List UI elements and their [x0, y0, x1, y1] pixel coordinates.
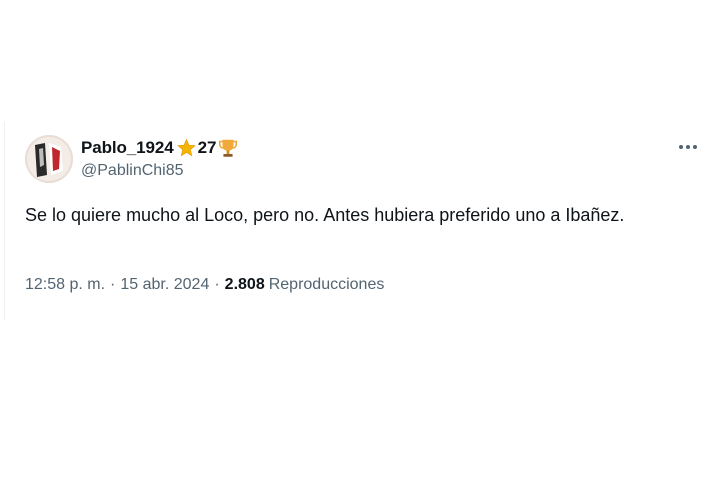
more-icon	[679, 145, 697, 149]
avatar[interactable]	[25, 135, 73, 183]
trophy-icon	[217, 137, 239, 159]
tweet-meta: 12:58 p. m. · 15 abr. 2024 · 2.808 Repro…	[25, 276, 384, 294]
avatar-image	[25, 135, 73, 183]
views-label[interactable]: Reproducciones	[269, 276, 385, 294]
tweet-time[interactable]: 12:58 p. m.	[25, 276, 105, 294]
author-handle[interactable]: @PablinChi85	[81, 162, 184, 180]
tweet-text: Se lo quiere mucho al Loco, pero no. Ant…	[25, 205, 625, 225]
author-name-number: 27	[197, 138, 217, 157]
tweet-date[interactable]: 15 abr. 2024	[120, 276, 209, 294]
meta-separator: ·	[110, 276, 116, 293]
star-icon	[176, 138, 197, 158]
author-display-name[interactable]: Pablo_1924	[81, 138, 174, 158]
view-count[interactable]: 2.808	[225, 276, 265, 294]
author-name-row[interactable]: Pablo_1924 27	[81, 137, 239, 159]
tweet-card[interactable]: Pablo_1924 27 @PablinChi85 Se lo quiere …	[4, 122, 717, 320]
meta-separator: ·	[214, 276, 220, 293]
more-options-button[interactable]	[675, 136, 701, 158]
